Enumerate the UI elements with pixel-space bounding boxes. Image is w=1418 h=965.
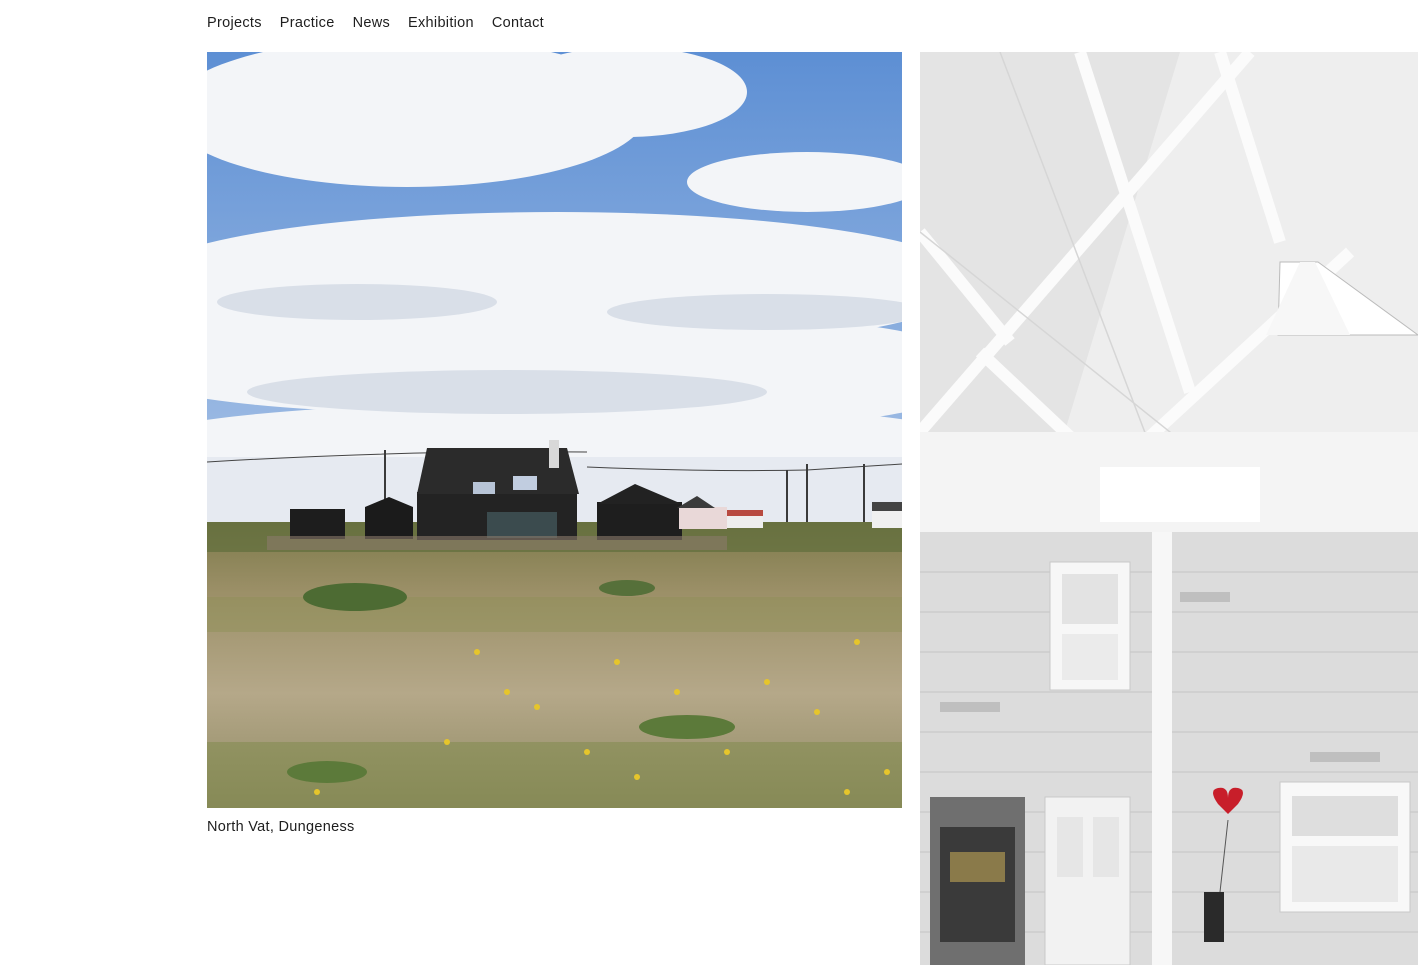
nav-projects[interactable]: Projects bbox=[207, 15, 262, 31]
project-caption: North Vat, Dungeness bbox=[207, 819, 355, 835]
nav-exhibition[interactable]: Exhibition bbox=[408, 15, 474, 31]
nav-practice[interactable]: Practice bbox=[280, 15, 335, 31]
nav-contact[interactable]: Contact bbox=[492, 15, 544, 31]
project-image-interior bbox=[920, 52, 1418, 965]
project-card-north-vat[interactable]: North Vat, Dungeness bbox=[207, 52, 902, 835]
nav-news[interactable]: News bbox=[353, 15, 390, 31]
project-card-interior[interactable] bbox=[920, 52, 1418, 965]
project-image-north-vat bbox=[207, 52, 902, 808]
main-nav: Projects Practice News Exhibition Contac… bbox=[207, 15, 544, 31]
